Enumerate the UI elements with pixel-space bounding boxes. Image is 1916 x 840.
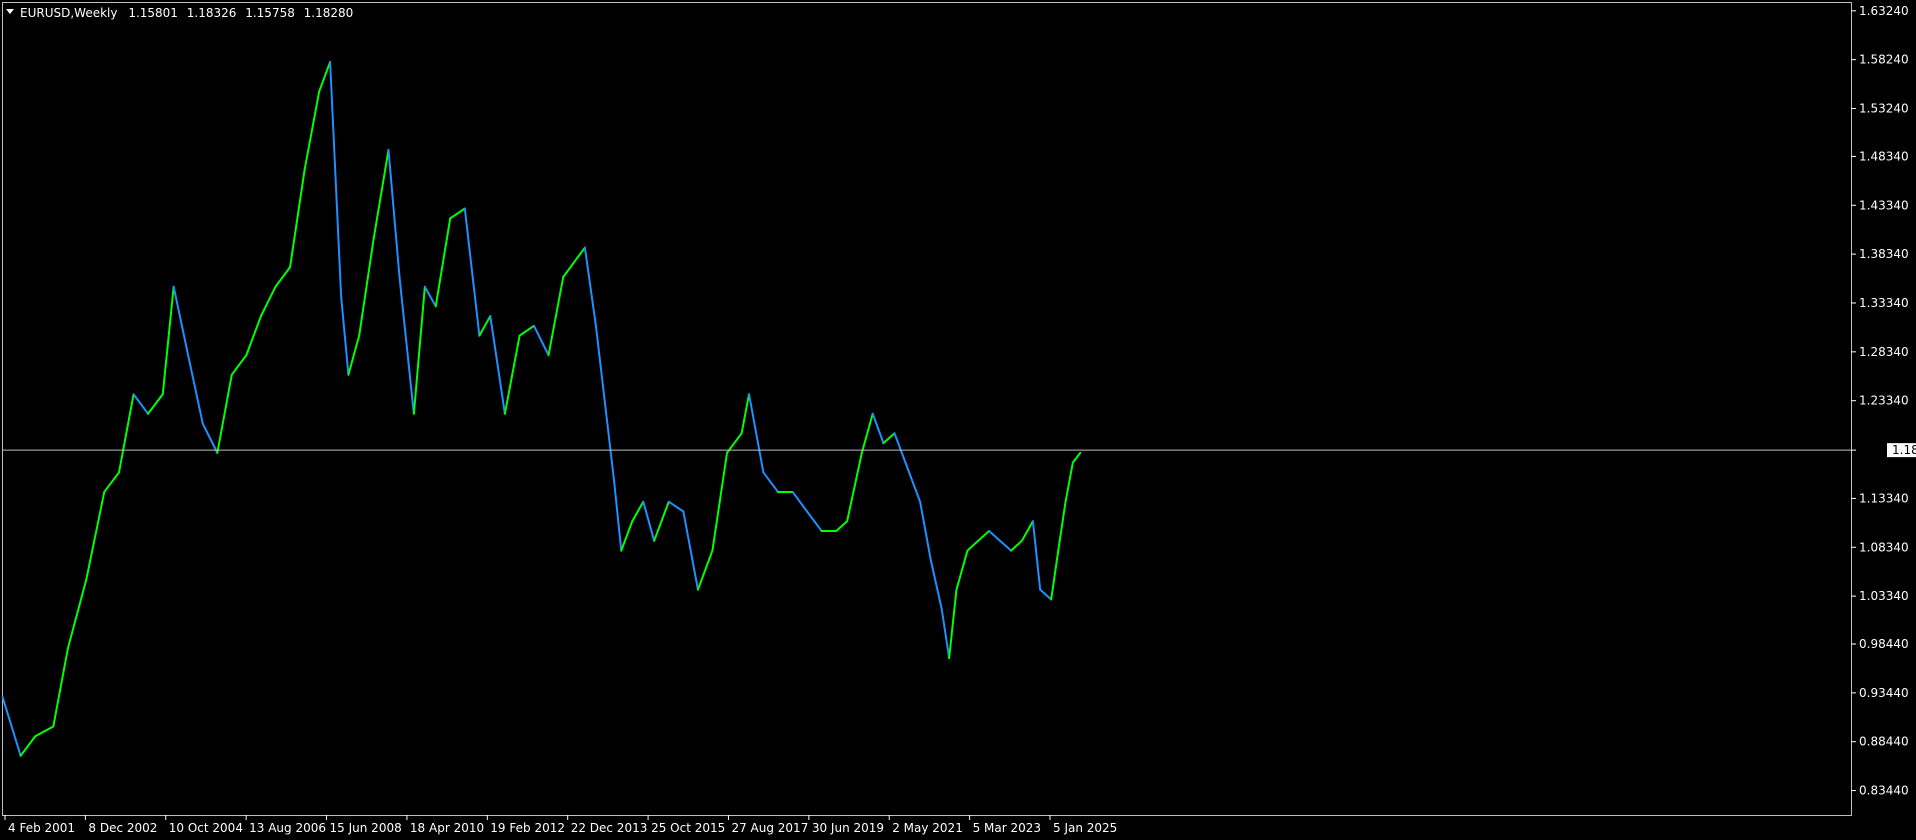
y-tick-label: 1.53240 bbox=[1859, 102, 1909, 116]
svg-text:EURUSD,Weekly 1.15801: EURUSD,Weekly 1.15801 1.18326 1.15758 1.… bbox=[20, 6, 353, 20]
price-chart[interactable]: 1.63240 1.58240 1.53240 1.48340 1.43340 1.383… bbox=[0, 0, 1916, 840]
x-tick-label: 10 Oct 2004 bbox=[169, 821, 243, 835]
x-tick-label: 18 Apr 2010 bbox=[410, 821, 484, 835]
x-tick-label: 2 May 2021 bbox=[892, 821, 963, 835]
y-tick-label: 1.63240 bbox=[1859, 4, 1909, 18]
x-tick-label: 8 Dec 2002 bbox=[88, 821, 157, 835]
x-tick-label: 5 Mar 2023 bbox=[973, 821, 1041, 835]
chart-title: EURUSD,Weekly bbox=[20, 6, 117, 20]
y-tick-label: 1.48340 bbox=[1859, 149, 1909, 163]
x-tick-label: 27 Aug 2017 bbox=[731, 821, 808, 835]
y-tick-label: 1.38340 bbox=[1859, 247, 1909, 261]
ohlc-close: 1.18280 bbox=[304, 6, 354, 20]
y-tick-label: 0.83440 bbox=[1859, 784, 1909, 798]
x-tick-label: 13 Aug 2006 bbox=[249, 821, 326, 835]
y-tick-label: 0.98440 bbox=[1859, 637, 1909, 651]
y-tick-label: 1.43340 bbox=[1859, 198, 1909, 212]
y-tick-label: 1.28340 bbox=[1859, 345, 1909, 359]
y-tick-label: 1.08340 bbox=[1859, 540, 1909, 554]
current-price-label: 1.18280 bbox=[1892, 443, 1916, 457]
y-tick-label: 0.93440 bbox=[1859, 686, 1909, 700]
y-tick-label: 0.88440 bbox=[1859, 735, 1909, 749]
ohlc-high: 1.18326 bbox=[187, 6, 237, 20]
y-tick-label: 1.58240 bbox=[1859, 53, 1909, 67]
y-tick-label: 1.13340 bbox=[1859, 491, 1909, 505]
ohlc-low: 1.15758 bbox=[245, 6, 295, 20]
ohlc-open: 1.15801 bbox=[128, 6, 178, 20]
x-tick-label: 15 Jun 2008 bbox=[330, 821, 402, 835]
x-tick-label: 4 Feb 2001 bbox=[8, 821, 75, 835]
y-tick-label: 1.23340 bbox=[1859, 394, 1909, 408]
x-tick-label: 30 Jun 2019 bbox=[812, 821, 884, 835]
chart-background bbox=[0, 0, 1916, 840]
y-tick-label: 1.33340 bbox=[1859, 296, 1909, 310]
price-label-box: 1.18280 bbox=[1887, 443, 1916, 458]
x-tick-label: 25 Oct 2015 bbox=[651, 821, 725, 835]
x-tick-label: 22 Dec 2013 bbox=[571, 821, 648, 835]
x-tick-label: 19 Feb 2012 bbox=[490, 821, 565, 835]
y-tick-label: 1.03340 bbox=[1859, 589, 1909, 603]
x-tick-label: 5 Jan 2025 bbox=[1053, 821, 1117, 835]
